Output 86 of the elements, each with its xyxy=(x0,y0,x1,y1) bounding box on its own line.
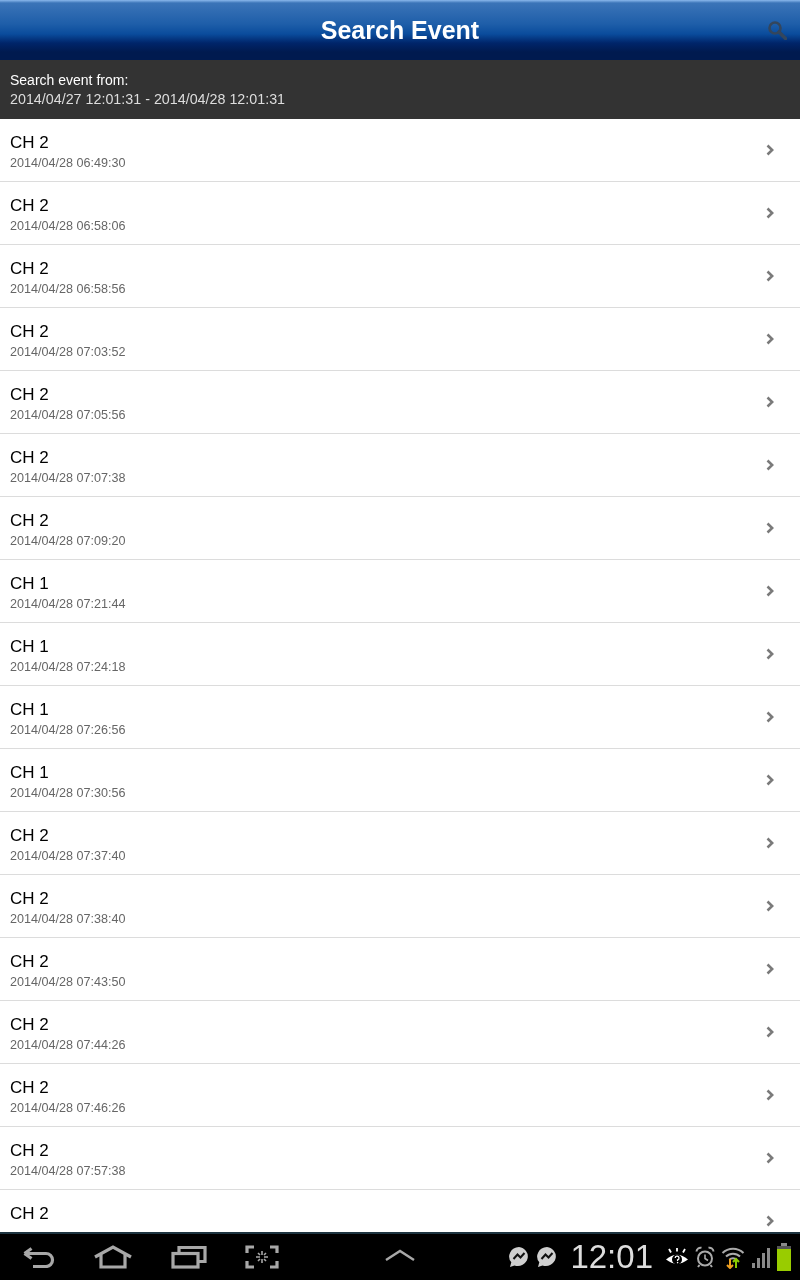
chevron-right-icon xyxy=(766,585,774,597)
channel-label: CH 2 xyxy=(10,196,49,216)
event-timestamp: 2014/04/28 06:58:06 xyxy=(10,218,126,234)
channel-label: CH 1 xyxy=(10,637,49,657)
chevron-right-icon xyxy=(766,333,774,345)
chevron-right-icon xyxy=(766,648,774,660)
chevron-right-icon xyxy=(766,1026,774,1038)
channel-label: CH 1 xyxy=(10,763,49,783)
back-arrow-icon[interactable] xyxy=(22,1246,55,1268)
event-list-item[interactable]: CH 2 2014/04/28 07:57:38 xyxy=(0,1127,800,1190)
channel-label: CH 2 xyxy=(10,385,49,405)
signal-bars-icon xyxy=(751,1246,771,1268)
screen-title: Search Event xyxy=(320,15,480,45)
chevron-right-icon xyxy=(766,837,774,849)
event-list-item[interactable]: CH 1 2014/04/28 07:26:56 xyxy=(0,686,800,749)
event-timestamp: 2014/04/28 07:38:40 xyxy=(10,911,126,927)
eye-icon xyxy=(665,1247,689,1267)
channel-label: CH 2 xyxy=(10,133,49,153)
channel-label: CH 2 xyxy=(10,889,49,909)
event-timestamp: 2014/04/28 06:49:30 xyxy=(10,155,126,171)
viewfinder-icon[interactable] xyxy=(245,1245,279,1269)
event-list-item[interactable]: CH 2 2014/04/28 07:07:38 xyxy=(0,434,800,497)
range-label: Search event from: xyxy=(10,71,129,90)
channel-label: CH 2 xyxy=(10,1015,49,1035)
event-timestamp: 2014/04/28 07:07:38 xyxy=(10,470,126,486)
chevron-right-icon xyxy=(766,522,774,534)
channel-label: CH 2 xyxy=(10,322,49,342)
chevron-right-icon xyxy=(766,1215,774,1227)
event-timestamp: 2014/04/28 06:58:56 xyxy=(10,281,126,297)
up-caret-icon[interactable] xyxy=(385,1249,415,1261)
event-list-item[interactable]: CH 2 2014/04/28 07:38:40 xyxy=(0,875,800,938)
chat-bubble-icon xyxy=(508,1246,531,1268)
chevron-right-icon xyxy=(766,270,774,282)
event-list-item[interactable]: CH 1 2014/04/28 07:30:56 xyxy=(0,749,800,812)
date-range-text: 2014/04/27 12:01:31 - 2014/04/28 12:01:31 xyxy=(10,90,286,109)
event-list-item[interactable]: CH 2 2014/04/28 07:44:26 xyxy=(0,1001,800,1064)
event-timestamp: 2014/04/28 07:21:44 xyxy=(10,596,126,612)
channel-label: CH 2 xyxy=(10,1204,49,1224)
event-list-item[interactable]: CH 2 2014/04/28 06:58:06 xyxy=(0,182,800,245)
event-timestamp: 2014/04/28 07:03:52 xyxy=(10,344,126,360)
event-list-item[interactable]: CH 2 2014/04/28 06:58:56 xyxy=(0,245,800,308)
event-list-item[interactable]: CH 2 2014/04/28 07:09:20 xyxy=(0,497,800,560)
channel-label: CH 2 xyxy=(10,826,49,846)
wifi-icon xyxy=(721,1245,745,1269)
channel-label: CH 2 xyxy=(10,511,49,531)
event-timestamp: 2014/04/28 07:30:56 xyxy=(10,785,126,801)
chevron-right-icon xyxy=(766,459,774,471)
chevron-right-icon xyxy=(766,711,774,723)
event-list-item[interactable]: CH 2 2014/04/28 06:49:30 xyxy=(0,119,800,182)
channel-label: CH 2 xyxy=(10,1141,49,1161)
event-list-item[interactable]: CH 2 2014/04/28 07:37:40 xyxy=(0,812,800,875)
event-timestamp: 2014/04/28 07:26:56 xyxy=(10,722,126,738)
event-list-item[interactable]: CH 2 2014/04/28 07:43:50 xyxy=(0,938,800,1001)
chevron-right-icon xyxy=(766,1152,774,1164)
chevron-right-icon xyxy=(766,900,774,912)
event-list-item[interactable]: CH 2 2014/04/28 07:46:26 xyxy=(0,1064,800,1127)
home-icon[interactable] xyxy=(93,1245,133,1269)
event-list-item[interactable]: CH 1 2014/04/28 07:24:18 xyxy=(0,623,800,686)
event-timestamp: 2014/04/28 07:57:38 xyxy=(10,1163,126,1179)
alarm-clock-icon xyxy=(695,1246,715,1268)
stacked-windows-icon[interactable] xyxy=(171,1245,207,1269)
chevron-right-icon xyxy=(766,963,774,975)
event-list-item[interactable]: CH 1 2014/04/28 07:21:44 xyxy=(0,560,800,623)
chevron-right-icon xyxy=(766,774,774,786)
chevron-right-icon xyxy=(766,207,774,219)
chevron-right-icon xyxy=(766,1089,774,1101)
event-timestamp: 2014/04/28 07:05:56 xyxy=(10,407,126,423)
chevron-right-icon xyxy=(766,396,774,408)
channel-label: CH 2 xyxy=(10,448,49,468)
event-list-item[interactable]: CH 2 2014/04/28 07:03:52 xyxy=(0,308,800,371)
event-timestamp: 2014/04/28 07:37:40 xyxy=(10,848,126,864)
event-timestamp: 2014/04/28 07:24:18 xyxy=(10,659,126,675)
channel-label: CH 2 xyxy=(10,952,49,972)
event-timestamp: 2014/04/28 07:43:50 xyxy=(10,974,126,990)
channel-label: CH 1 xyxy=(10,574,49,594)
event-timestamp: 2014/04/28 07:44:26 xyxy=(10,1037,126,1053)
channel-label: CH 1 xyxy=(10,700,49,720)
battery-icon xyxy=(777,1243,791,1271)
chat-bubble-icon xyxy=(536,1246,559,1268)
channel-label: CH 2 xyxy=(10,1078,49,1098)
event-timestamp: 2014/04/28 07:46:26 xyxy=(10,1100,126,1116)
event-list-item[interactable]: CH 2 2014/04/28 07:05:56 xyxy=(0,371,800,434)
clock-time: 12:01 xyxy=(570,1239,653,1275)
chevron-right-icon xyxy=(766,144,774,156)
channel-label: CH 2 xyxy=(10,259,49,279)
event-timestamp: 2014/04/28 07:09:20 xyxy=(10,533,126,549)
